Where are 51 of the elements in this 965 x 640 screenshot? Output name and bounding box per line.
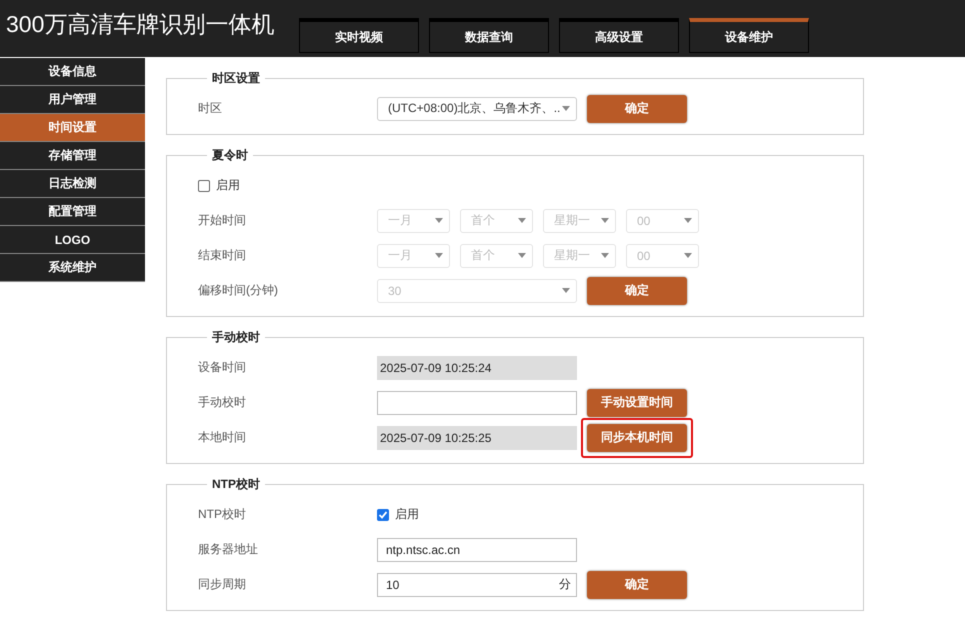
section-title: 夏令时 bbox=[211, 147, 249, 164]
caret-icon bbox=[684, 218, 692, 223]
section-title: NTP校时 bbox=[211, 476, 261, 493]
input-field[interactable] bbox=[377, 390, 577, 414]
nav-tab[interactable]: 高级设置 bbox=[559, 18, 679, 53]
caret-icon bbox=[435, 253, 443, 258]
field-label: 开始时间 bbox=[198, 212, 247, 229]
checkbox-label: 启用 bbox=[216, 177, 240, 194]
nav-tab[interactable]: 实时视频 bbox=[299, 18, 419, 53]
app-title: 300万高清车牌识别一体机 bbox=[5, 10, 276, 39]
field-label: 设备时间 bbox=[198, 359, 247, 376]
field-label: 服务器地址 bbox=[198, 541, 259, 558]
input-field[interactable]: 10 分 bbox=[377, 572, 577, 596]
action-button[interactable]: 确定 bbox=[587, 570, 687, 598]
field-label: NTP校时 bbox=[198, 506, 247, 523]
action-button[interactable]: 同步本机时间 bbox=[587, 424, 687, 452]
field-label: 手动校时 bbox=[198, 394, 247, 411]
sidebar-item[interactable]: 存储管理 bbox=[0, 142, 145, 170]
caret-icon bbox=[684, 253, 692, 258]
caret-icon bbox=[518, 218, 526, 223]
sidebar-item[interactable]: 时间设置 bbox=[0, 114, 145, 142]
nav-tab[interactable]: 设备维护 bbox=[689, 18, 809, 53]
action-button[interactable]: 手动设置时间 bbox=[587, 388, 687, 416]
nav-tab[interactable]: 数据查询 bbox=[429, 18, 549, 53]
caret-icon bbox=[562, 106, 570, 111]
action-button[interactable]: 确定 bbox=[587, 94, 687, 122]
sidebar-item[interactable]: 日志检测 bbox=[0, 170, 145, 198]
section-title: 时区设置 bbox=[211, 70, 261, 87]
caret-icon bbox=[435, 218, 443, 223]
sidebar-item[interactable]: 配置管理 bbox=[0, 198, 145, 226]
sidebar-item[interactable]: 设备信息 bbox=[0, 58, 145, 86]
checkbox[interactable] bbox=[198, 180, 210, 192]
field-label: 本地时间 bbox=[198, 429, 247, 446]
section-title: 手动校时 bbox=[211, 329, 261, 346]
sidebar-item[interactable]: 系统维护 bbox=[0, 254, 145, 282]
caret-icon bbox=[601, 218, 609, 223]
field-label: 时区 bbox=[198, 100, 223, 117]
caret-icon bbox=[601, 253, 609, 258]
input-field[interactable]: ntp.ntsc.ac.cn bbox=[377, 538, 577, 562]
caret-icon bbox=[562, 288, 570, 293]
field-label: 同步周期 bbox=[198, 576, 247, 593]
dropdown[interactable]: (UTC+08:00)北京、乌鲁木齐、.. bbox=[377, 96, 577, 120]
time-display: 2025-07-09 10:25:25 bbox=[377, 426, 577, 450]
caret-icon bbox=[518, 253, 526, 258]
time-display: 2025-07-09 10:25:24 bbox=[377, 356, 577, 380]
checkbox-label: 启用 bbox=[395, 506, 419, 523]
sidebar-item[interactable]: LOGO bbox=[0, 226, 145, 254]
sidebar-item[interactable]: 用户管理 bbox=[0, 86, 145, 114]
field-label: 结束时间 bbox=[198, 247, 247, 264]
checkbox[interactable] bbox=[377, 508, 389, 520]
field-label: 偏移时间(分钟) bbox=[198, 282, 279, 299]
